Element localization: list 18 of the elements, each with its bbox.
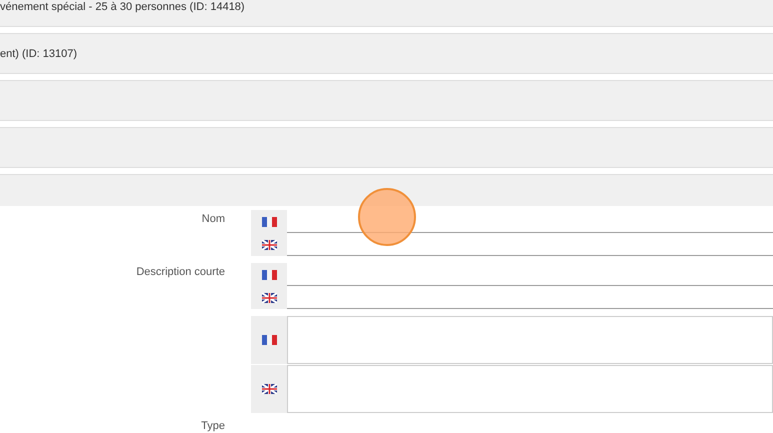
field-label: Nom bbox=[200, 212, 225, 227]
section-title: vénement spécial - 25 à 30 personnes (ID: 14418) bbox=[0, 0, 245, 12]
section-header[interactable] bbox=[0, 127, 773, 168]
section-header[interactable] bbox=[0, 174, 773, 206]
french-flag-icon bbox=[262, 270, 276, 280]
section-header[interactable]: ent) (ID: 13107) bbox=[0, 33, 773, 74]
british-flag-icon bbox=[262, 240, 276, 250]
field-label: Description courte bbox=[135, 265, 225, 280]
text-area[interactable] bbox=[287, 365, 773, 413]
british-flag-icon bbox=[262, 292, 276, 302]
field-label: Type bbox=[200, 420, 225, 432]
text-area[interactable] bbox=[287, 316, 773, 364]
british-flag-icon bbox=[262, 384, 276, 394]
french-flag-icon bbox=[262, 335, 276, 345]
section-title: ent) (ID: 13107) bbox=[0, 48, 78, 60]
section-header[interactable]: vénement spécial - 25 à 30 personnes (ID: 14418) bbox=[0, 0, 773, 27]
french-flag-icon bbox=[262, 216, 276, 226]
section-header[interactable] bbox=[0, 80, 773, 121]
